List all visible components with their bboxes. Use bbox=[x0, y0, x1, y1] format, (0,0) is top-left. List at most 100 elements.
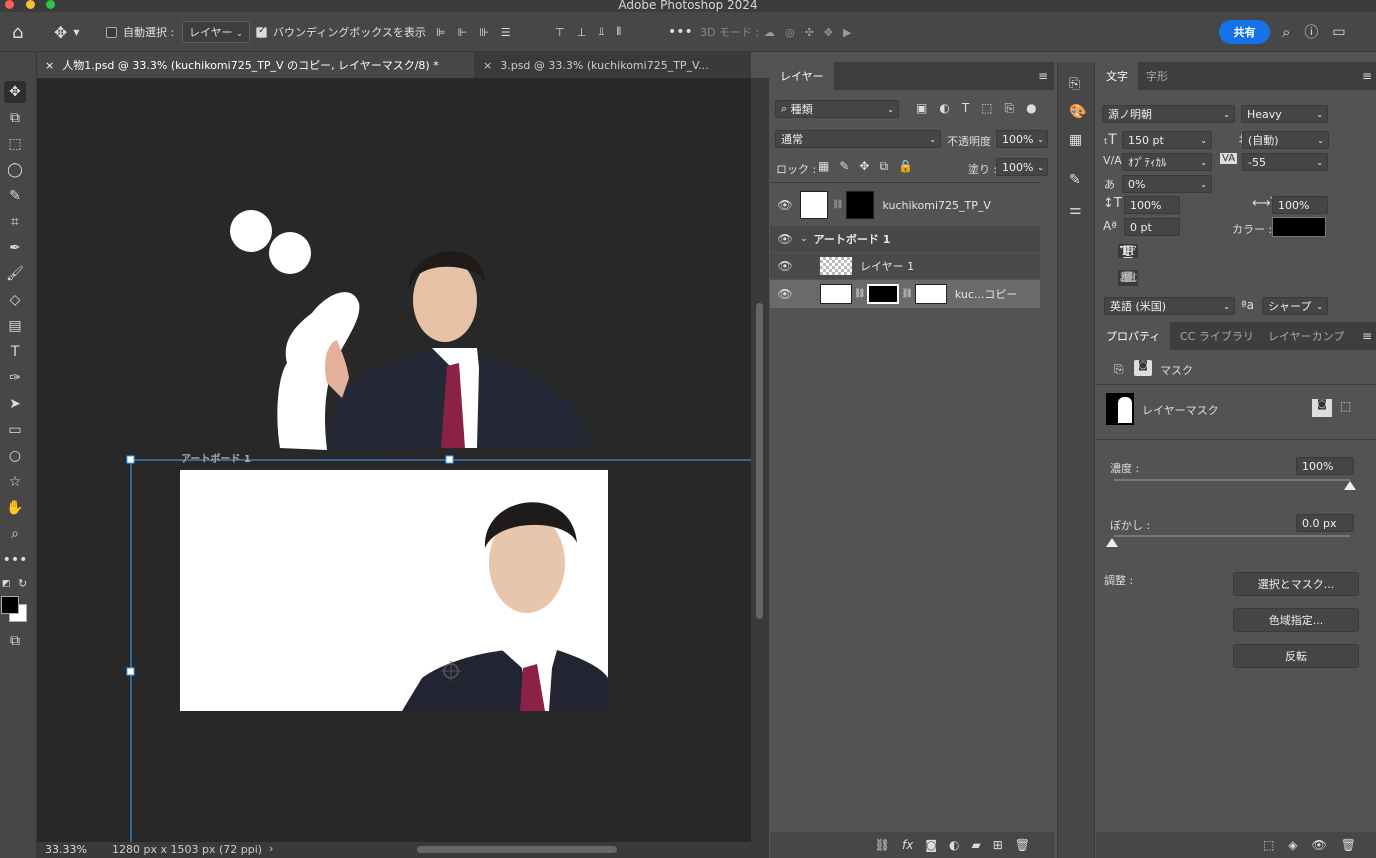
brush-settings-icon[interactable]: ✎ bbox=[1069, 172, 1081, 188]
move-tool-preset[interactable]: ✥ ▼ bbox=[54, 12, 80, 52]
vertical-scrollbar-thumb[interactable] bbox=[756, 303, 763, 619]
3d-pan-icon[interactable]: ✣ bbox=[805, 26, 814, 39]
new-layer-icon[interactable]: ⊞ bbox=[993, 838, 1003, 852]
fill-field[interactable]: 100% ⌄ bbox=[996, 158, 1048, 176]
move-tool-icon[interactable]: ✥ bbox=[4, 81, 26, 103]
delete-layer-icon[interactable]: 🗑 bbox=[1015, 838, 1030, 852]
mask-thumbnail[interactable] bbox=[867, 284, 900, 304]
mask-thumbnail[interactable] bbox=[846, 191, 875, 219]
kerning-dropdown[interactable]: ｵﾌﾟﾃｨｶﾙ ⌄ bbox=[1122, 153, 1212, 171]
doc-tab-active[interactable]: × 人物1.psd @ 33.3% (kuchikomi725_TP_V のコピ… bbox=[37, 52, 474, 78]
select-vector-mask-icon[interactable]: ⬚ bbox=[1340, 399, 1351, 413]
leading-field[interactable]: (自動) ⌄ bbox=[1242, 131, 1329, 149]
eraser-tool-icon[interactable]: ◇ bbox=[4, 289, 26, 311]
screen-mode-icon[interactable]: ⧉ bbox=[4, 630, 26, 652]
rectangle-tool-icon[interactable]: ▭ bbox=[4, 419, 26, 441]
lock-pixels-icon[interactable]: ✎ bbox=[839, 159, 849, 174]
home-button[interactable]: ⌂ bbox=[12, 12, 23, 52]
workspace-icon[interactable]: ▭ bbox=[1332, 24, 1345, 40]
tab-properties[interactable]: プロパティ bbox=[1096, 322, 1171, 350]
font-size-field[interactable]: 150 pt ⌄ bbox=[1122, 131, 1212, 149]
antialias-dropdown[interactable]: シャープ ⌄ bbox=[1262, 297, 1328, 315]
crop-tool-icon[interactable]: ⌗ bbox=[4, 211, 26, 233]
tracking-field[interactable]: -55 ⌄ bbox=[1242, 153, 1328, 171]
type-tool-icon[interactable]: T bbox=[4, 341, 26, 363]
font-family-dropdown[interactable]: 源ノ明朝 ⌄ bbox=[1102, 105, 1235, 123]
tab-cc-libraries[interactable]: CC ライブラリ bbox=[1170, 322, 1264, 350]
layer-row[interactable]: 👁 レイヤー 1 bbox=[770, 253, 1040, 279]
hand-tool-icon[interactable]: ✋ bbox=[4, 497, 26, 519]
lock-artboard-icon[interactable]: ⧉ bbox=[879, 159, 888, 174]
visibility-icon[interactable]: 👁 bbox=[1312, 838, 1327, 852]
delete-mask-icon[interactable]: 🗑 bbox=[1341, 838, 1356, 852]
align-bottom-icon[interactable]: ⫫ bbox=[598, 25, 604, 39]
link-icon[interactable]: ⛓ bbox=[832, 200, 843, 210]
artboard-label[interactable]: アートボード 1 bbox=[181, 450, 251, 465]
eye-icon[interactable]: 👁 bbox=[770, 232, 800, 246]
quick-select-tool-icon[interactable]: ✎ bbox=[4, 185, 26, 207]
minimize-window-button[interactable] bbox=[26, 0, 35, 9]
auto-select-target-dropdown[interactable]: レイヤー ⌄ bbox=[182, 21, 250, 43]
layer-row[interactable]: 👁 ⛓ kuchikomi725_TP_V bbox=[770, 186, 1040, 224]
zoom-window-button[interactable] bbox=[46, 0, 55, 9]
add-mask-icon[interactable]: ◙ bbox=[925, 838, 937, 852]
filter-smart-icon[interactable]: ⎘ bbox=[1005, 101, 1015, 116]
pixel-layer-icon[interactable]: ⎘ bbox=[1114, 362, 1124, 377]
tab-layers[interactable]: レイヤー bbox=[770, 62, 834, 90]
vertical-scale-field[interactable]: 100% bbox=[1124, 196, 1180, 214]
lock-transparent-icon[interactable]: ▦ bbox=[818, 159, 829, 174]
color-range-button[interactable]: 色域指定... bbox=[1233, 608, 1359, 632]
filter-shape-icon[interactable]: ⬚ bbox=[981, 101, 992, 116]
zoom-level[interactable]: 33.33% bbox=[45, 843, 87, 856]
3d-orbit-icon[interactable]: ☁ bbox=[764, 26, 775, 39]
font-style-dropdown[interactable]: Heavy ⌄ bbox=[1241, 105, 1328, 123]
adjustments-icon[interactable]: ⚌ bbox=[1069, 202, 1082, 218]
share-button[interactable]: 共有 bbox=[1219, 20, 1270, 44]
mask-mode-icon[interactable]: ◙ bbox=[1134, 360, 1152, 376]
more-tools-icon[interactable]: ••• bbox=[3, 549, 28, 571]
feather-field[interactable]: 0.0 px bbox=[1296, 514, 1354, 532]
marquee-tool-icon[interactable]: ⬚ bbox=[4, 133, 26, 155]
search-icon[interactable]: ⌕ bbox=[1282, 23, 1290, 41]
history-icon[interactable]: ⎘ bbox=[1069, 76, 1080, 92]
brush-tool-icon[interactable]: 🖌 bbox=[4, 263, 26, 285]
3d-slide-icon[interactable]: ✥ bbox=[824, 26, 833, 39]
swatches-grid-icon[interactable]: ▦ bbox=[1069, 132, 1082, 148]
chevron-down-icon[interactable]: ⌄ bbox=[800, 234, 808, 244]
panel-menu-icon[interactable]: ≡ bbox=[1362, 329, 1372, 343]
pen-tool-icon[interactable]: ✑ bbox=[4, 367, 26, 389]
tsume-field[interactable]: 0% ⌄ bbox=[1122, 175, 1212, 193]
new-group-icon[interactable]: ▰ bbox=[971, 838, 980, 852]
tab-glyphs[interactable]: 字形 bbox=[1136, 62, 1178, 90]
shape-tool-icon[interactable]: ☆ bbox=[4, 471, 26, 493]
invert-button[interactable]: 反転 bbox=[1233, 644, 1359, 668]
close-tab-icon[interactable]: × bbox=[483, 59, 492, 72]
filter-adjust-icon[interactable]: ◐ bbox=[939, 101, 949, 116]
link-icon[interactable]: ⛓ bbox=[854, 289, 865, 299]
feather-slider-knob[interactable] bbox=[1106, 538, 1118, 547]
fx-icon[interactable]: fx bbox=[902, 838, 913, 852]
lock-position-icon[interactable]: ✥ bbox=[859, 159, 869, 174]
align-left-icon[interactable]: ⊫ bbox=[436, 26, 446, 39]
close-tab-icon[interactable]: × bbox=[45, 59, 54, 72]
filter-mask-thumbnail[interactable] bbox=[914, 284, 947, 304]
align-middle-v-icon[interactable]: ⊥ bbox=[577, 26, 587, 39]
foreground-color-swatch[interactable] bbox=[1, 596, 19, 614]
language-dropdown[interactable]: 英語 (米国) ⌄ bbox=[1104, 297, 1235, 315]
strikethrough-icon[interactable]: T bbox=[1118, 244, 1138, 260]
select-and-mask-button[interactable]: 選択とマスク... bbox=[1233, 572, 1359, 596]
density-slider-knob[interactable] bbox=[1344, 481, 1356, 490]
horizontal-scale-field[interactable]: 100% bbox=[1272, 196, 1328, 214]
tab-layer-comps[interactable]: レイヤーカンプ bbox=[1258, 322, 1354, 350]
zoom-tool-icon[interactable]: ⌕ bbox=[4, 523, 26, 545]
canvas-area[interactable]: アートボード 1 bbox=[37, 78, 751, 842]
doc-tab-2[interactable]: × 3.psd @ 33.3% (kuchikomi725_TP_V... bbox=[475, 52, 730, 78]
filter-toggle-icon[interactable]: ● bbox=[1026, 101, 1036, 116]
default-colors-icon[interactable]: ◩ bbox=[2, 579, 11, 589]
select-pixel-mask-icon[interactable]: ◙ bbox=[1312, 399, 1332, 417]
eye-icon[interactable]: 👁 bbox=[770, 198, 800, 212]
feather-slider[interactable] bbox=[1114, 535, 1350, 537]
path-select-tool-icon[interactable]: ➤ bbox=[4, 393, 26, 415]
ellipse-tool-icon[interactable]: ○ bbox=[4, 445, 26, 467]
3d-scale-icon[interactable]: ▶ bbox=[843, 26, 851, 39]
